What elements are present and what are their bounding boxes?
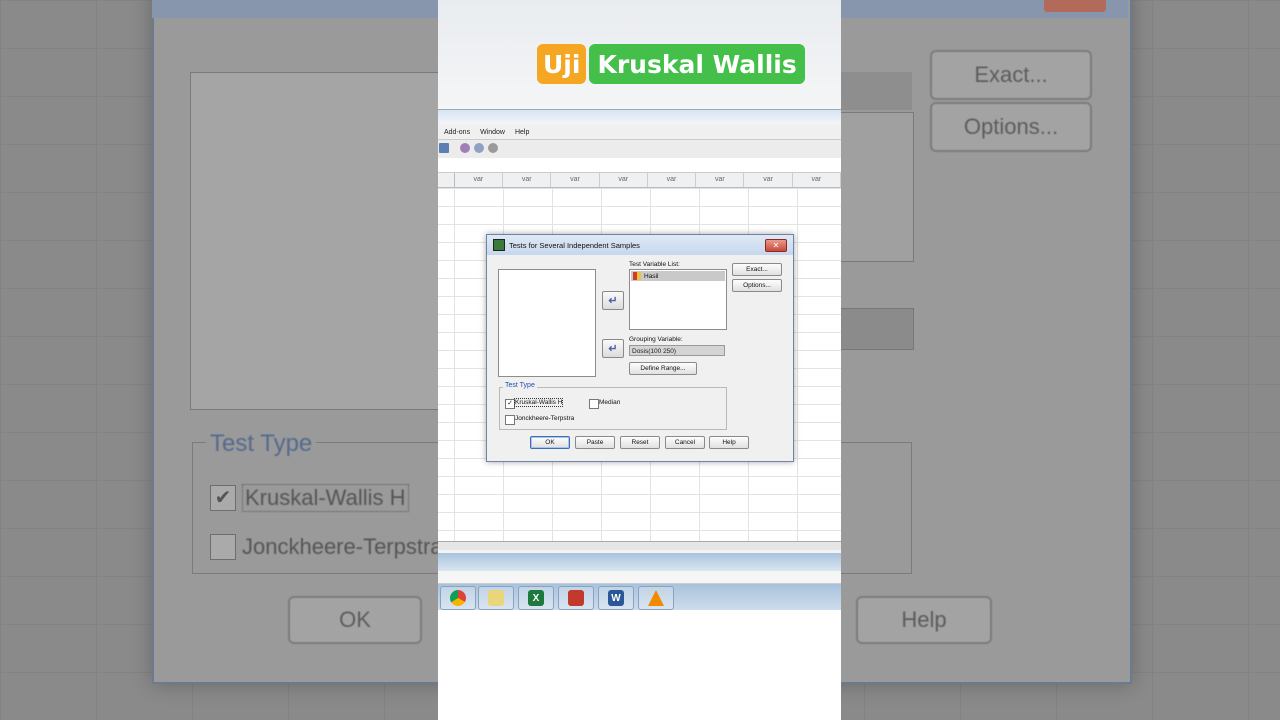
- background-exact-label: Exact...: [974, 62, 1048, 87]
- options-button[interactable]: Options...: [732, 279, 782, 292]
- taskbar: X W: [438, 584, 841, 610]
- define-range-button[interactable]: Define Range...: [629, 362, 697, 375]
- background-options-button: Options...: [930, 102, 1092, 152]
- taskbar-chrome[interactable]: [440, 586, 476, 610]
- source-variable-list[interactable]: [498, 269, 596, 377]
- script-icon[interactable]: [460, 143, 470, 153]
- move-to-grouping-button[interactable]: ↵: [602, 339, 624, 358]
- background-test-type-group-right: [840, 442, 912, 574]
- taskbar-explorer[interactable]: [478, 586, 514, 610]
- table-icon[interactable]: [439, 143, 449, 153]
- move-to-test-list-button[interactable]: ↵: [602, 291, 624, 310]
- word-icon: W: [608, 590, 624, 606]
- background-test-type-label: Test Type: [206, 430, 317, 458]
- list-item[interactable]: Hasil: [631, 271, 725, 281]
- chrome-icon: [450, 590, 466, 606]
- overlay-title-uji: Uji: [537, 44, 587, 84]
- gear-icon[interactable]: [488, 143, 498, 153]
- reset-button[interactable]: Reset: [620, 436, 660, 449]
- globe-icon[interactable]: [474, 143, 484, 153]
- menu-window[interactable]: Window: [480, 129, 505, 136]
- dialog-titlebar[interactable]: Tests for Several Independent Samples: [487, 235, 793, 255]
- tests-several-samples-dialog: Tests for Several Independent Samples ✕ …: [486, 234, 794, 462]
- kruskal-wallis-label[interactable]: Kruskal-Wallis H: [513, 398, 564, 407]
- column-header[interactable]: var: [600, 173, 648, 187]
- column-header[interactable]: var: [455, 173, 504, 187]
- column-header[interactable]: var: [744, 173, 793, 187]
- toolbar: [438, 139, 841, 159]
- background-ok-button: OK: [288, 596, 422, 644]
- cell-editor-bar[interactable]: [438, 158, 841, 173]
- kruskal-wallis-checkbox[interactable]: ✓: [505, 399, 515, 409]
- menu-add-ons[interactable]: Add-ons: [444, 129, 470, 136]
- menu-bar: Add-ons Window Help: [438, 125, 841, 139]
- excel-icon: X: [528, 590, 544, 606]
- taskbar-spss[interactable]: [558, 586, 594, 610]
- test-variable-list-label: Test Variable List:: [629, 261, 680, 268]
- taskbar-excel[interactable]: X: [518, 586, 554, 610]
- variable-name: Hasil: [644, 272, 659, 280]
- overlay-title-kruskal: Kruskal Wallis: [589, 44, 805, 84]
- explorer-icon: [488, 590, 504, 606]
- cancel-button[interactable]: Cancel: [665, 436, 705, 449]
- close-icon[interactable]: ✕: [765, 239, 787, 252]
- test-variable-list[interactable]: Hasil: [629, 269, 727, 330]
- column-header-row: var var var var var var var var: [438, 173, 841, 188]
- scale-variable-icon: [633, 272, 641, 280]
- median-label[interactable]: Median: [599, 399, 620, 406]
- overlay-title: Uji Kruskal Wallis: [537, 44, 805, 84]
- spss-icon: [568, 590, 584, 606]
- dialog-title: Tests for Several Independent Samples: [509, 240, 640, 250]
- help-button[interactable]: Help: [709, 436, 749, 449]
- test-type-group: [499, 387, 727, 430]
- vlc-icon: [648, 590, 664, 606]
- grouping-variable-field[interactable]: Dosis(100 250): [629, 345, 725, 356]
- paste-button[interactable]: Paste: [575, 436, 615, 449]
- view-tabs-bar: [438, 553, 841, 571]
- column-header[interactable]: var: [551, 173, 600, 187]
- ok-button[interactable]: OK: [530, 436, 570, 449]
- column-header[interactable]: var: [793, 173, 841, 187]
- background-help-button: Help: [856, 596, 992, 644]
- background-jonckheere-checkbox: [210, 534, 236, 560]
- background-exact-button: Exact...: [930, 50, 1092, 100]
- column-header[interactable]: var: [648, 173, 697, 187]
- background-grouping-field: [840, 308, 914, 350]
- test-type-label: Test Type: [503, 382, 537, 389]
- taskbar-vlc[interactable]: [638, 586, 674, 610]
- background-options-label: Options...: [963, 114, 1059, 139]
- background-jonckheere-label: Jonckheere-Terpstra: [242, 534, 443, 559]
- spss-app-icon: [493, 239, 505, 251]
- exact-button[interactable]: Exact...: [732, 263, 782, 276]
- background-help-label: Help: [901, 607, 947, 632]
- background-selection: [840, 72, 912, 110]
- menu-help[interactable]: Help: [515, 129, 529, 136]
- horizontal-scrollbar[interactable]: [438, 541, 841, 550]
- jonckheere-terpstra-label[interactable]: Jonckheere-Terpstra: [515, 415, 574, 422]
- window-topband: [438, 109, 841, 124]
- background-kruskal-checkbox: ✔: [210, 485, 236, 511]
- jonckheere-terpstra-checkbox[interactable]: [505, 415, 515, 425]
- column-header[interactable]: var: [503, 173, 552, 187]
- status-bar: [438, 571, 841, 584]
- taskbar-word[interactable]: W: [598, 586, 634, 610]
- background-close-icon: [1044, 0, 1106, 12]
- row-header-corner: [438, 173, 455, 187]
- grouping-variable-label: Grouping Variable:: [629, 336, 683, 343]
- background-kruskal-label: Kruskal-Wallis H: [242, 484, 409, 512]
- median-checkbox[interactable]: [589, 399, 599, 409]
- background-source-list: [190, 72, 442, 410]
- background-ok-label: OK: [339, 607, 371, 632]
- background-listbox: [840, 112, 914, 262]
- column-header[interactable]: var: [696, 173, 745, 187]
